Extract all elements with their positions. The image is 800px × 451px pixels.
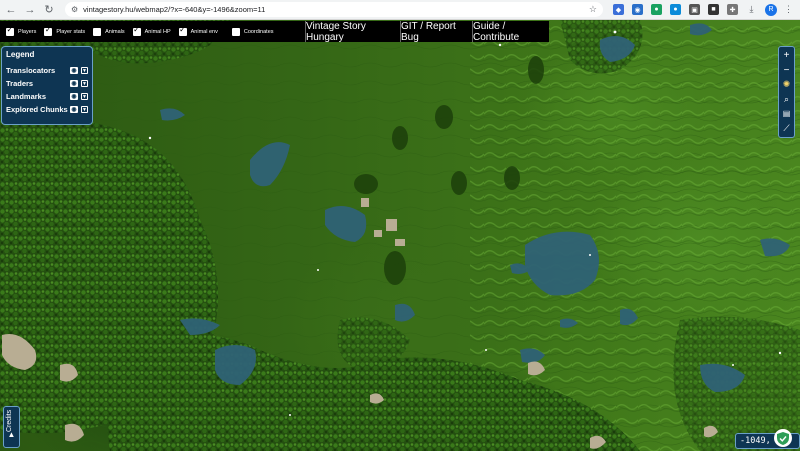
toggle-player-stats[interactable]: Player stats — [44, 25, 85, 36]
profile-avatar[interactable]: R — [765, 3, 777, 16]
extensions-bar: ◆ ◉ ● ● ▣ ■ ✚ ⤓ R ⋮ — [613, 3, 796, 16]
legend-title: Legend — [6, 50, 35, 59]
eye-icon[interactable]: ◉ — [70, 67, 78, 74]
filter-icon[interactable]: ▼ — [81, 67, 88, 74]
vintage-story-hungary-button[interactable]: Vintage Story Hungary — [305, 21, 400, 43]
eye-icon[interactable]: ◉ — [70, 93, 78, 100]
credits-label: Credits — [6, 409, 13, 432]
shield-check-icon — [777, 431, 789, 445]
arrow-right-icon: → — [24, 3, 36, 16]
git-report-bug-button[interactable]: GIT / Report Bug — [400, 21, 472, 43]
extension-2-icon[interactable]: ◉ — [632, 4, 643, 15]
reload-button[interactable]: ↻ — [41, 2, 57, 18]
address-bar[interactable]: ⚙ vintagestory.hu/webmap2/?x=-640&y=-149… — [65, 2, 603, 17]
download-icon[interactable]: ⤓ — [746, 4, 757, 15]
extension-5-icon[interactable]: ▣ — [689, 4, 700, 15]
extensions-puzzle-icon[interactable]: ✚ — [727, 4, 738, 15]
toggle-animals[interactable]: Animals — [93, 27, 125, 36]
search-icon[interactable]: ⌕ — [780, 93, 793, 106]
checkbox-animals[interactable] — [93, 27, 102, 36]
map-canvas[interactable] — [0, 20, 800, 451]
browser-toolbar: ← → ↻ ⚙ vintagestory.hu/webmap2/?x=-640&… — [0, 0, 800, 20]
url-text: vintagestory.hu/webmap2/?x=-640&y=-1496&… — [83, 5, 266, 14]
credits-button[interactable]: Credits ▶ — [3, 406, 20, 448]
toggle-animal-hp[interactable]: Animal HP — [132, 25, 171, 36]
star-icon[interactable]: ☆ — [589, 4, 597, 15]
checkbox-players[interactable] — [6, 25, 14, 36]
back-button[interactable]: ← — [3, 2, 19, 18]
reload-icon: ↻ — [44, 4, 54, 16]
legend-item-explored-chunks[interactable]: Explored Chunks ◉ ▼ — [6, 103, 88, 116]
arrow-left-icon: ← — [5, 3, 17, 16]
compass-icon[interactable]: ✺ — [780, 78, 793, 91]
map-terrain — [0, 20, 800, 451]
layer-toggle-bar: Players Player stats Animals Animal HP A… — [0, 21, 305, 42]
extension-3-icon[interactable]: ● — [651, 4, 662, 15]
site-info-icon[interactable]: ⚙ — [71, 5, 78, 14]
eye-icon[interactable]: ◉ — [70, 80, 78, 87]
extension-4-icon[interactable]: ● — [670, 4, 681, 15]
legend-item-landmarks[interactable]: Landmarks ◉ ▼ — [6, 90, 88, 103]
legend-item-translocators[interactable]: Translocators ◉ ▼ — [6, 64, 88, 77]
menu-icon[interactable]: ⋮ — [783, 4, 794, 15]
toggle-animal-env[interactable]: Animal env — [178, 25, 218, 36]
extension-6-icon[interactable]: ■ — [708, 4, 719, 15]
eye-icon[interactable]: ◉ — [70, 106, 78, 113]
checkbox-animal-hp[interactable] — [132, 25, 141, 36]
legend-panel: Legend Translocators ◉ ▼ Traders ◉ ▼ Lan… — [1, 46, 93, 125]
checkbox-coordinates[interactable] — [231, 27, 240, 36]
checkbox-animal-env[interactable] — [178, 25, 187, 36]
extension-1-icon[interactable]: ◆ — [613, 4, 624, 15]
zoom-out-button[interactable]: − — [780, 64, 793, 77]
filter-icon[interactable]: ▼ — [81, 106, 88, 113]
zoom-in-button[interactable]: + — [780, 49, 793, 62]
guide-contribute-button[interactable]: Guide / Contribute — [472, 21, 549, 43]
measure-ruler-icon[interactable]: ⟋ — [780, 122, 793, 135]
toggle-coordinates[interactable]: Coordinates — [231, 27, 274, 36]
shield-icon[interactable] — [774, 429, 792, 447]
filter-icon[interactable]: ▼ — [81, 80, 88, 87]
print-icon[interactable]: ▤ — [780, 107, 793, 120]
map-controls: + − ✺ ⌕ ▤ ⟋ — [778, 46, 795, 138]
filter-icon[interactable]: ▼ — [81, 93, 88, 100]
checkbox-player-stats[interactable] — [44, 25, 53, 36]
legend-item-traders[interactable]: Traders ◉ ▼ — [6, 77, 88, 90]
toggle-players[interactable]: Players — [6, 25, 36, 36]
forward-button[interactable]: → — [22, 2, 38, 18]
expand-arrow-icon: ▶ — [9, 432, 15, 437]
